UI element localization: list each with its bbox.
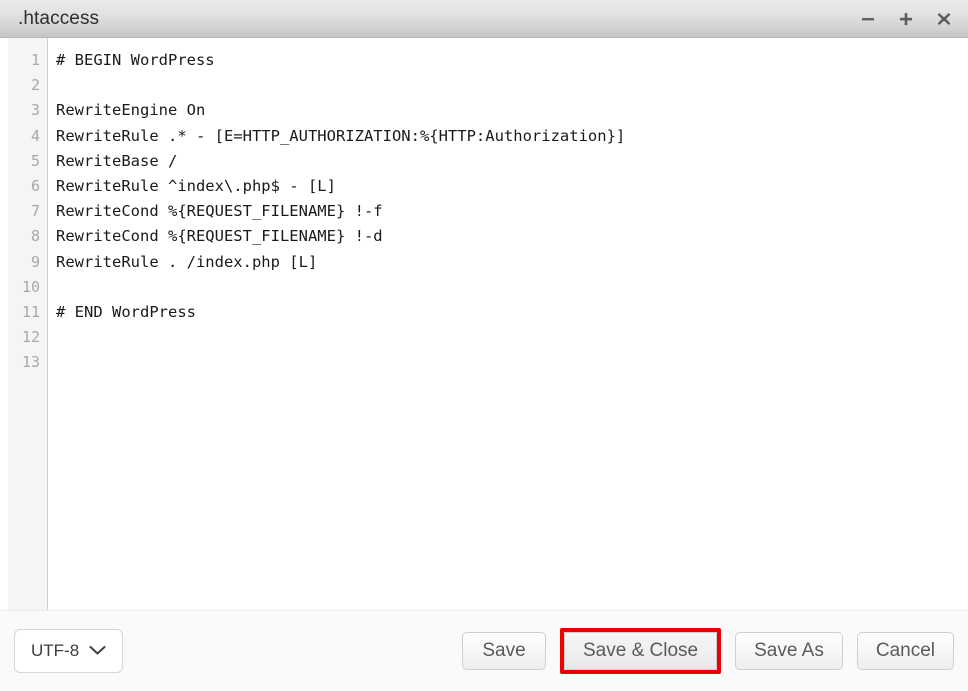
line-number: 2 bbox=[30, 76, 40, 95]
save-and-close-highlight: Save & Close bbox=[560, 628, 722, 674]
encoding-value: UTF-8 bbox=[31, 641, 80, 660]
line-number: 5 bbox=[30, 151, 40, 170]
line-number: 4 bbox=[30, 126, 40, 145]
line-number-gutter: 1 2 3 4 5 6 7 8 9 10 11 12 13 bbox=[8, 38, 48, 611]
close-button[interactable] bbox=[934, 9, 954, 29]
encoding-select[interactable]: UTF-8 bbox=[14, 629, 124, 673]
window-title: .htaccess bbox=[18, 8, 100, 29]
minus-icon bbox=[862, 17, 874, 20]
code-content[interactable]: # BEGIN WordPress RewriteEngine On Rewri… bbox=[48, 38, 968, 611]
line-number: 11 bbox=[21, 302, 40, 321]
code-editor[interactable]: 1 2 3 4 5 6 7 8 9 10 11 12 13 # BEGIN Wo… bbox=[0, 38, 968, 611]
editor-left-padding bbox=[0, 38, 8, 611]
footer-toolbar: UTF-8 Save Save & Close Save As Cancel bbox=[0, 611, 968, 691]
chevron-down-icon bbox=[89, 641, 106, 661]
code-line: # BEGIN WordPress bbox=[56, 51, 215, 69]
line-number: 6 bbox=[30, 176, 40, 195]
line-number: 7 bbox=[30, 202, 40, 221]
line-number: 10 bbox=[21, 277, 40, 296]
line-number: 8 bbox=[30, 227, 40, 246]
save-and-close-button[interactable]: Save & Close bbox=[564, 632, 718, 670]
save-as-button[interactable]: Save As bbox=[735, 632, 843, 670]
save-button[interactable]: Save bbox=[462, 632, 546, 670]
code-line: RewriteRule .* - [E=HTTP_AUTHORIZATION:%… bbox=[56, 126, 626, 145]
line-number: 13 bbox=[21, 353, 40, 372]
file-editor-window: .htaccess 1 2 3 4 5 6 7 8 9 10 11 12 13 … bbox=[0, 0, 968, 691]
titlebar: .htaccess bbox=[0, 0, 968, 38]
close-icon bbox=[937, 12, 951, 25]
code-line: RewriteCond %{REQUEST_FILENAME} !-f bbox=[56, 202, 383, 221]
line-number: 9 bbox=[30, 252, 40, 271]
code-line: RewriteCond %{REQUEST_FILENAME} !-d bbox=[56, 227, 383, 246]
plus-icon bbox=[900, 12, 912, 25]
code-line: RewriteBase / bbox=[56, 151, 178, 170]
line-number: 3 bbox=[30, 101, 40, 120]
code-line: RewriteEngine On bbox=[56, 101, 206, 120]
minimize-button[interactable] bbox=[858, 9, 878, 29]
maximize-button[interactable] bbox=[896, 9, 916, 29]
code-line: RewriteRule ^index\.php$ - [L] bbox=[56, 176, 336, 195]
line-number: 1 bbox=[30, 51, 40, 69]
code-line: RewriteRule . /index.php [L] bbox=[56, 252, 318, 271]
code-line: # END WordPress bbox=[56, 302, 196, 321]
window-controls bbox=[858, 0, 954, 37]
cancel-button[interactable]: Cancel bbox=[856, 632, 954, 670]
footer-button-group: Save Save & Close Save As Cancel bbox=[462, 628, 954, 674]
line-number: 12 bbox=[21, 328, 40, 347]
